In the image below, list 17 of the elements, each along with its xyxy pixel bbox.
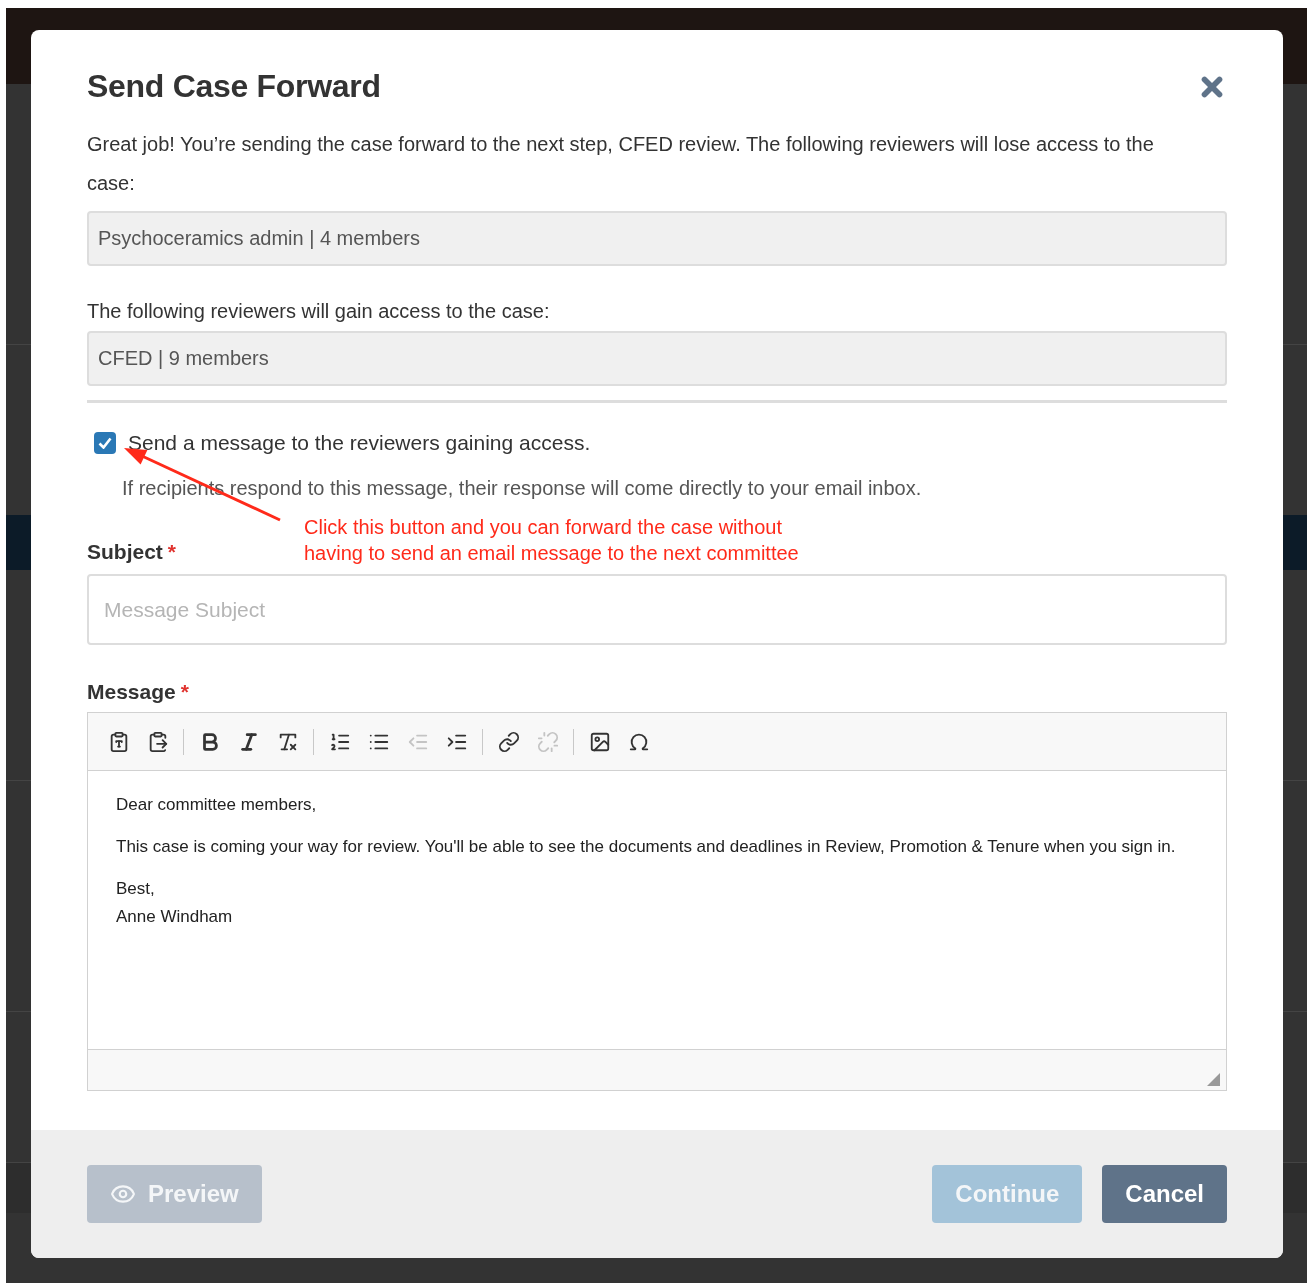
gaining-reviewers-field: CFED | 9 members xyxy=(87,331,1227,386)
subject-field[interactable]: Message Subject xyxy=(87,574,1227,645)
intro-text: Great job! You’re sending the case forward to the next step, CFED review. The following reviewers will lose access to the case: xyxy=(87,132,1155,196)
checkbox[interactable] xyxy=(94,432,116,454)
checkbox-label: Send a message to the reviewers gaining access. xyxy=(128,431,591,455)
field-label: The following reviewers will gain access to the case: xyxy=(87,300,551,323)
message-label: Message * xyxy=(87,680,190,704)
checkmark-icon xyxy=(98,437,112,449)
losing-reviewers-field: Psychoceramics admin | 4 members xyxy=(87,211,1227,266)
resize-handle-icon[interactable] xyxy=(1207,1073,1220,1086)
message-paragraph: Best, Anne Windham xyxy=(116,878,234,928)
subject-label: Subject * xyxy=(87,540,178,564)
message-paragraph: Dear committee members, xyxy=(116,794,318,816)
annotation-text: Click this button and you can forward the case without having to send an email message to the next committee xyxy=(304,515,799,566)
dialog-title: Send Case Forward xyxy=(87,68,381,105)
message-paragraph: This case is coming your way for review. You'll be able to see the documents and deadlines in Review, Promotion & Tenure when you sign in. xyxy=(116,836,1177,858)
cancel-button[interactable]: Cancel xyxy=(1102,1165,1227,1223)
